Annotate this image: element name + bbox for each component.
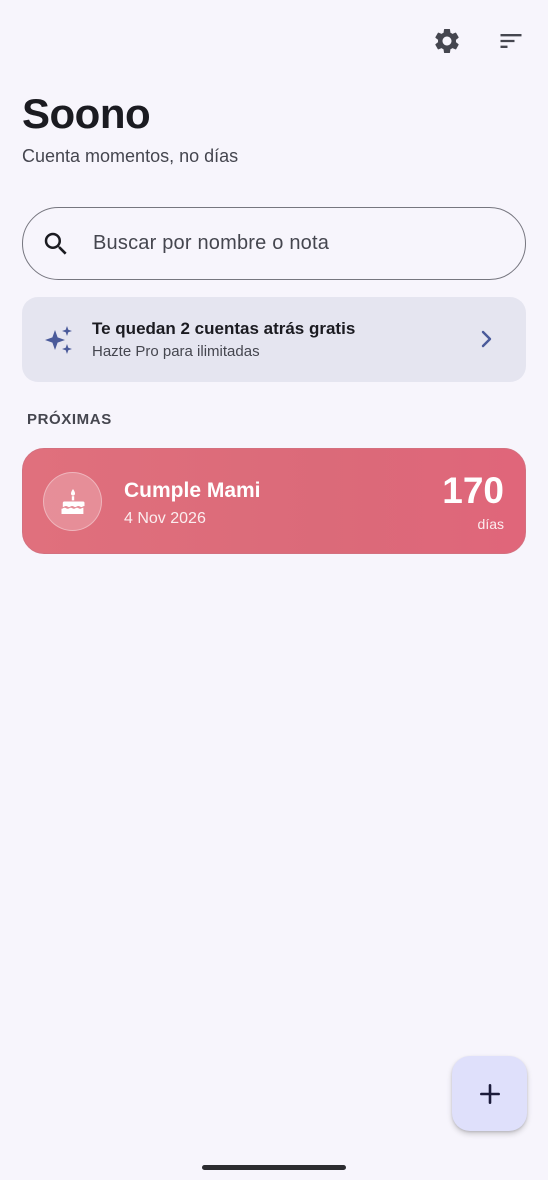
gear-icon xyxy=(435,29,459,53)
sort-icon xyxy=(500,34,522,48)
event-days-unit: días xyxy=(477,516,504,532)
app-screen: Soono Cuenta momentos, no días Te quedan… xyxy=(0,0,548,1180)
plus-icon xyxy=(479,1083,500,1104)
event-card[interactable]: Cumple Mami 4 Nov 2026 170 días xyxy=(22,448,526,554)
cake-icon xyxy=(61,488,84,514)
promo-text: Te quedan 2 cuentas atrás gratis Hazte P… xyxy=(92,319,355,360)
add-event-button[interactable] xyxy=(452,1056,527,1131)
event-avatar xyxy=(43,472,102,531)
home-indicator[interactable] xyxy=(202,1165,346,1170)
event-days-count: 170 xyxy=(442,470,504,511)
promo-subtitle: Hazte Pro para ilimitadas xyxy=(92,343,260,360)
search-icon xyxy=(44,232,67,255)
sort-button[interactable] xyxy=(488,20,534,62)
chevron-right-icon xyxy=(481,330,492,348)
event-name: Cumple Mami xyxy=(124,479,261,502)
sparkles-icon xyxy=(45,325,72,354)
section-label-upcoming: PRÓXIMAS xyxy=(27,411,112,428)
page-subtitle: Cuenta momentos, no días xyxy=(22,146,239,166)
search-bar[interactable] xyxy=(22,207,526,280)
top-bar xyxy=(424,20,534,62)
search-input[interactable] xyxy=(93,232,493,255)
page-title: Soono xyxy=(22,90,151,137)
settings-button[interactable] xyxy=(424,20,470,62)
event-date: 4 Nov 2026 xyxy=(124,510,206,527)
promo-title: Te quedan 2 cuentas atrás gratis xyxy=(92,319,356,338)
pro-upgrade-banner[interactable]: Te quedan 2 cuentas atrás gratis Hazte P… xyxy=(22,297,526,382)
